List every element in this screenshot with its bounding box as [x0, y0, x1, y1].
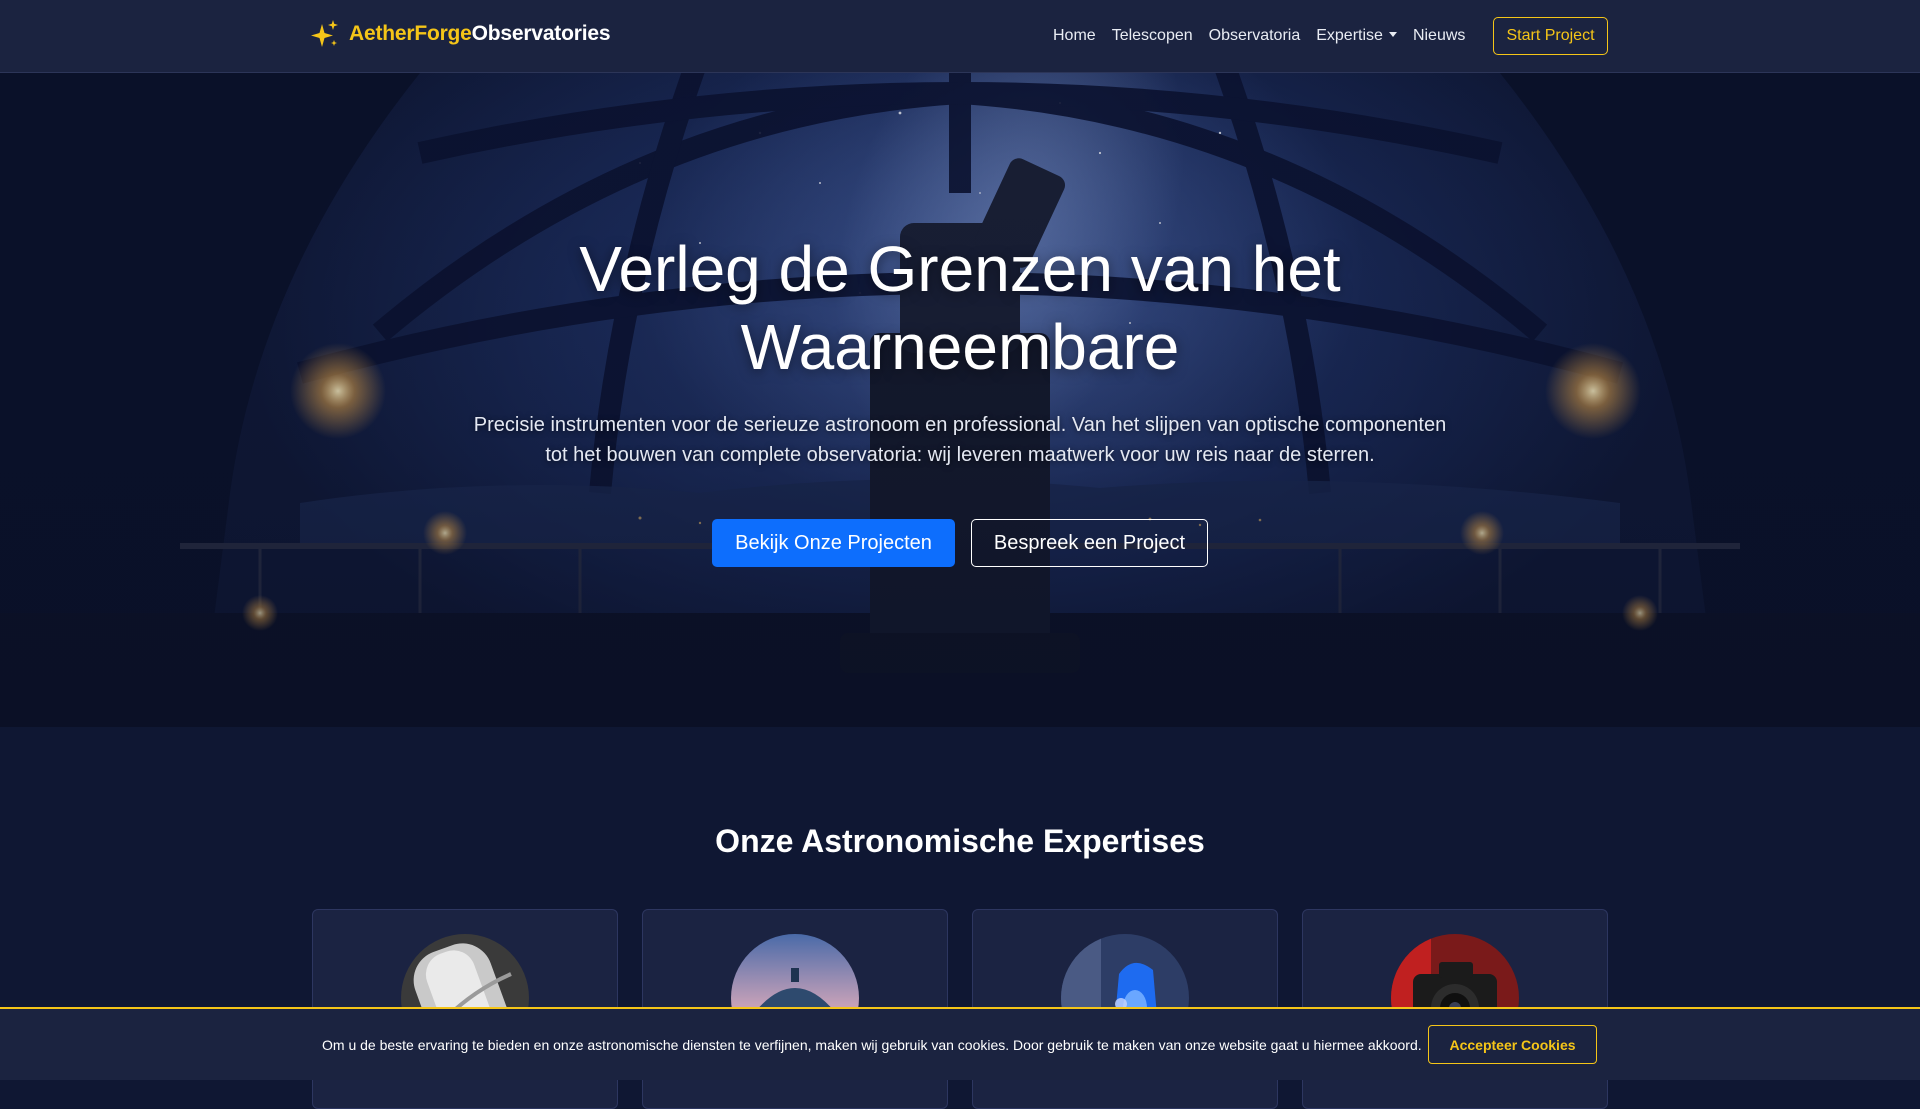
nav-link-nieuws[interactable]: Nieuws: [1405, 27, 1473, 45]
nav-link-home[interactable]: Home: [1045, 27, 1104, 45]
sparkles-icon: [311, 20, 338, 47]
nav-link-expertise-dropdown[interactable]: Expertise: [1308, 27, 1405, 45]
start-project-button[interactable]: Start Project: [1493, 17, 1608, 55]
cookie-message: Om u de beste ervaring te bieden en onze…: [322, 1036, 1422, 1053]
nav-link-telescopen[interactable]: Telescopen: [1104, 27, 1201, 45]
brand-logo[interactable]: AetherForgeObservatories: [311, 18, 610, 50]
brand-name-accent: AetherForge: [349, 22, 472, 45]
nav-link-observatoria[interactable]: Observatoria: [1201, 27, 1309, 45]
nav-links: Home Telescopen Observatoria Expertise N…: [1045, 0, 1473, 72]
discuss-project-button[interactable]: Bespreek een Project: [971, 519, 1208, 567]
brand-name: AetherForgeObservatories: [349, 22, 610, 46]
hero-section: Verleg de Grenzen van het Waarneembare P…: [0, 73, 1920, 727]
section-title: Onze Astronomische Expertises: [715, 823, 1205, 859]
brand-name-rest: Observatories: [471, 22, 611, 45]
accept-cookies-button[interactable]: Accepteer Cookies: [1428, 1025, 1597, 1064]
hero-overlay: [0, 73, 1920, 727]
hero-subtitle: Precisie instrumenten voor de serieuze a…: [473, 414, 1447, 466]
hero-title: Verleg de Grenzen van het Waarneembare: [579, 233, 1341, 383]
cookie-banner: Om u de beste ervaring te bieden en onze…: [0, 1007, 1920, 1080]
view-projects-button[interactable]: Bekijk Onze Projecten: [712, 519, 955, 567]
navbar: AetherForgeObservatories Home Telescopen…: [0, 0, 1920, 73]
